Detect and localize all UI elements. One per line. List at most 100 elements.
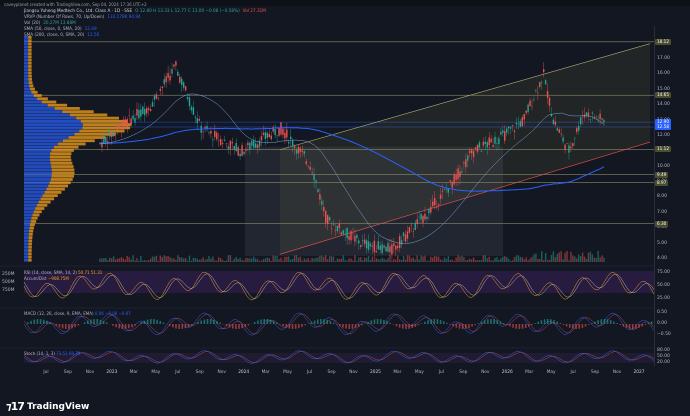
chart-canvas[interactable] bbox=[0, 0, 690, 416]
candle-body bbox=[332, 224, 335, 226]
macd-histogram-bar bbox=[635, 324, 637, 329]
volume-bar bbox=[325, 255, 327, 262]
candle-body bbox=[276, 135, 278, 136]
macd-histogram-bar bbox=[609, 320, 612, 324]
price-level-tag: 18.12 bbox=[655, 38, 671, 45]
candle-body bbox=[253, 140, 255, 148]
price-tick-label: 17.00 bbox=[657, 56, 670, 62]
profile-bar-up bbox=[24, 136, 69, 139]
macd-histogram-bar bbox=[449, 324, 451, 325]
candle-body bbox=[319, 194, 321, 200]
volume-bar bbox=[539, 258, 541, 262]
candle-body bbox=[541, 82, 543, 83]
macd-histogram-bar bbox=[140, 322, 143, 324]
volume-bar bbox=[142, 260, 144, 262]
macd-histogram-bar bbox=[156, 319, 158, 324]
time-axis[interactable]: Jul Sep Nov 2023 Mar May Jul Sep Nov 2024 Mar May Ju… bbox=[0, 368, 690, 378]
price-tick-label: 5.00 bbox=[657, 240, 668, 246]
time-axis-label: Nov bbox=[481, 370, 490, 375]
candle-body bbox=[568, 145, 570, 153]
macd-histogram-bar bbox=[613, 321, 615, 324]
volume-bar bbox=[422, 256, 424, 262]
volume-bar bbox=[237, 259, 239, 262]
candle-body bbox=[585, 112, 588, 116]
profile-bar-down bbox=[36, 203, 48, 207]
volume-bar bbox=[583, 256, 586, 262]
indicator-axis-label: 25.00 bbox=[657, 296, 670, 302]
volume-bar bbox=[321, 255, 323, 262]
candle-body bbox=[395, 245, 397, 250]
macd-histogram-bar bbox=[465, 324, 467, 329]
candle-body bbox=[194, 116, 197, 118]
macd-histogram-bar bbox=[370, 320, 373, 324]
profile-bar-down bbox=[41, 100, 57, 104]
macd-histogram-bar bbox=[499, 321, 502, 324]
volume-bar bbox=[149, 258, 152, 262]
profile-bar-up bbox=[24, 87, 31, 91]
volume-bar bbox=[535, 253, 537, 262]
macd-histogram-bar bbox=[231, 324, 234, 329]
profile-bar-up bbox=[24, 242, 29, 246]
volume-bar bbox=[492, 260, 494, 262]
candle-body bbox=[186, 97, 189, 100]
candle-body bbox=[492, 144, 494, 147]
macd-histogram-bar bbox=[483, 320, 486, 324]
macd-histogram-bar bbox=[572, 324, 574, 329]
candle-body bbox=[363, 239, 366, 245]
volume-bar bbox=[239, 257, 241, 262]
candle-body bbox=[583, 114, 586, 118]
macd-histogram-bar bbox=[150, 319, 152, 324]
profile-bar-up bbox=[24, 39, 29, 43]
candle-body bbox=[286, 129, 288, 138]
profile-bar-up bbox=[24, 100, 42, 104]
volume-bar bbox=[101, 258, 103, 262]
volume-bar bbox=[186, 260, 189, 262]
volume-bar bbox=[360, 257, 362, 262]
candle-body bbox=[142, 106, 144, 115]
volume-bar bbox=[171, 258, 173, 262]
candle-body bbox=[122, 119, 125, 128]
macd-histogram-bar bbox=[442, 321, 445, 324]
macd-histogram-bar bbox=[316, 319, 319, 324]
macd-histogram-bar bbox=[99, 319, 102, 324]
volume-bar bbox=[138, 260, 140, 262]
volume-bar bbox=[146, 260, 148, 262]
volume-bar bbox=[550, 254, 553, 262]
candle-body bbox=[321, 200, 323, 205]
macd-histogram-bar bbox=[392, 324, 395, 325]
candle-body bbox=[439, 194, 442, 199]
volume-bar bbox=[356, 260, 358, 262]
volume-bar bbox=[552, 251, 555, 262]
candle-body bbox=[498, 138, 500, 145]
candle-body bbox=[270, 135, 272, 140]
volume-bar bbox=[519, 256, 522, 262]
profile-bar-down bbox=[29, 229, 34, 233]
volume-bar bbox=[453, 260, 455, 262]
macd-histogram-bar bbox=[310, 321, 313, 324]
volume-bar bbox=[395, 259, 397, 262]
profile-bar-down bbox=[51, 165, 74, 168]
macd-histogram-bar bbox=[282, 324, 284, 327]
candle-body bbox=[546, 90, 549, 98]
profile-bar-up bbox=[24, 174, 52, 178]
profile-bar-up bbox=[24, 161, 51, 165]
macd-histogram-bar bbox=[628, 324, 631, 329]
candle-body bbox=[328, 217, 331, 221]
tradingview-logo[interactable]: ⁊17 TradingView bbox=[6, 400, 89, 413]
time-axis-label: May bbox=[414, 370, 424, 375]
profile-bar-down bbox=[50, 152, 72, 156]
macd-histogram-bar bbox=[55, 324, 58, 326]
macd-histogram-bar bbox=[64, 324, 67, 329]
volume-bar bbox=[375, 258, 378, 262]
candle-body bbox=[101, 141, 103, 148]
macd-histogram-bar bbox=[168, 324, 171, 326]
volume-bar bbox=[161, 257, 163, 262]
macd-histogram-bar bbox=[269, 319, 272, 324]
profile-bar-up bbox=[24, 94, 34, 97]
volume-bar bbox=[196, 258, 198, 262]
volume-bar bbox=[393, 258, 395, 262]
macd-histogram-bar bbox=[260, 319, 262, 324]
candle-body bbox=[398, 236, 401, 249]
candle-body bbox=[136, 108, 138, 116]
volume-bar bbox=[529, 258, 531, 262]
